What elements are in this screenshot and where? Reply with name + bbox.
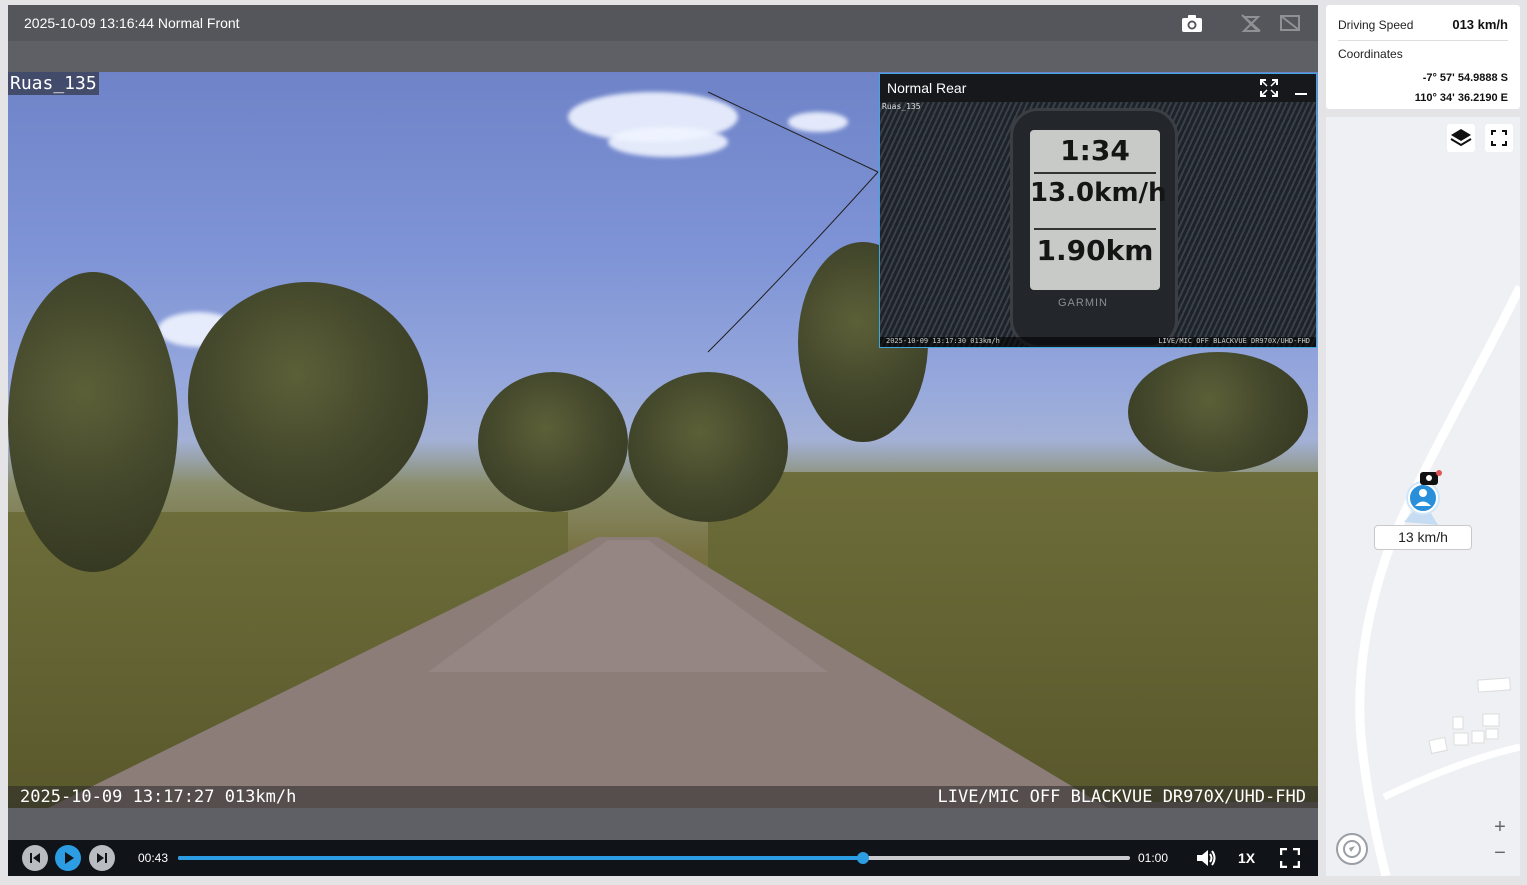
zoom-out-button[interactable]: − [1489, 842, 1511, 864]
map-layers-button[interactable] [1447, 124, 1475, 152]
rear-header: Normal Rear [880, 74, 1316, 102]
telemetry-card: Driving Speed 013 km/h Coordinates -7° 5… [1326, 5, 1520, 109]
rear-timestamp: 2025-10-09 13:17:30 013km/h [886, 337, 1000, 345]
current-time: 00:43 [138, 851, 169, 865]
latitude-value: -7° 57' 54.9888 S [1422, 72, 1508, 84]
gps-screen: 1:34 13.0km/h 1.90km [1030, 130, 1167, 290]
map-view[interactable]: 13 km/h + − [1326, 117, 1520, 876]
progress-thumb[interactable] [857, 852, 870, 864]
tree [8, 272, 178, 572]
overlay-status-bar: 2025-10-09 13:17:27 013km/h LIVE/MIC OFF… [8, 786, 1318, 808]
tree [1128, 352, 1308, 472]
longitude-value: 110° 34' 36.2190 E [1414, 92, 1508, 104]
volume-icon[interactable] [1195, 848, 1217, 868]
gps-time: 1:34 [1060, 134, 1130, 167]
map-canvas [1355, 285, 1520, 876]
tree [628, 372, 788, 522]
rear-title: Normal Rear [887, 80, 967, 96]
compass-button[interactable] [1336, 833, 1368, 865]
marker-speed-label: 13 km/h [1374, 525, 1472, 550]
gps-brand: GARMIN [1058, 297, 1108, 309]
expand-icon[interactable] [1260, 79, 1278, 97]
gps-distance: 1.90km [1036, 234, 1154, 267]
progress-bar[interactable] [178, 852, 1130, 864]
rear-overlay-bar: 2025-10-09 13:17:30 013km/h LIVE/MIC OFF… [880, 337, 1316, 347]
rear-video-frame: Ruas_135 1:34 13.0km/h 1.90km GARMIN 202… [880, 102, 1316, 347]
playback-speed-button[interactable]: 1X [1238, 850, 1255, 866]
map-fullscreen-button[interactable] [1485, 124, 1513, 152]
rear-camera-name: Ruas_135 [882, 102, 921, 111]
tree [478, 372, 628, 512]
compass-icon [1343, 840, 1361, 858]
video-player: 2025-10-09 13:16:44 Normal Front Ruas_13… [8, 5, 1318, 876]
skip-back-icon [30, 853, 40, 863]
overlay-device-model: LIVE/MIC OFF BLACKVUE DR970X/UHD-FHD [937, 787, 1306, 807]
layers-icon [1450, 129, 1472, 147]
coordinates-label: Coordinates [1338, 47, 1403, 61]
rear-device-model: LIVE/MIC OFF BLACKVUE DR970X/UHD-FHD [1158, 337, 1310, 345]
tree [188, 282, 428, 512]
minimize-icon[interactable] [1293, 79, 1309, 97]
zoom-in-button[interactable]: + [1489, 816, 1511, 838]
play-icon [65, 852, 74, 864]
total-time: 01:00 [1138, 851, 1169, 865]
gps-divider [1034, 172, 1156, 174]
camera-icon[interactable] [1181, 13, 1203, 33]
fullscreen-icon[interactable] [1280, 848, 1300, 868]
divider [1338, 40, 1508, 41]
play-button[interactable] [55, 845, 81, 871]
rear-video-inset[interactable]: Normal Rear Ruas_135 1:34 13.0km/h 1.90k… [879, 73, 1317, 348]
overlay-timestamp: 2025-10-09 13:17:27 013km/h [20, 787, 297, 807]
next-frame-button[interactable] [89, 845, 115, 871]
gps-divider [1034, 228, 1156, 230]
driving-speed-value: 013 km/h [1452, 17, 1508, 32]
playback-controls: 00:43 01:00 1X [8, 840, 1318, 876]
camera-off-icon[interactable] [1279, 13, 1301, 33]
overlay-camera-name: Ruas_135 [8, 72, 99, 95]
driving-speed-label: Driving Speed [1338, 18, 1414, 32]
fullscreen-icon [1491, 130, 1507, 146]
previous-frame-button[interactable] [22, 845, 48, 871]
mic-off-icon[interactable] [1240, 13, 1262, 33]
skip-forward-icon [97, 853, 107, 863]
player-header: 2025-10-09 13:16:44 Normal Front [8, 5, 1318, 41]
progress-fill [178, 856, 864, 860]
player-title: 2025-10-09 13:16:44 Normal Front [24, 15, 240, 31]
gps-speed: 13.0km/h [1030, 178, 1167, 208]
